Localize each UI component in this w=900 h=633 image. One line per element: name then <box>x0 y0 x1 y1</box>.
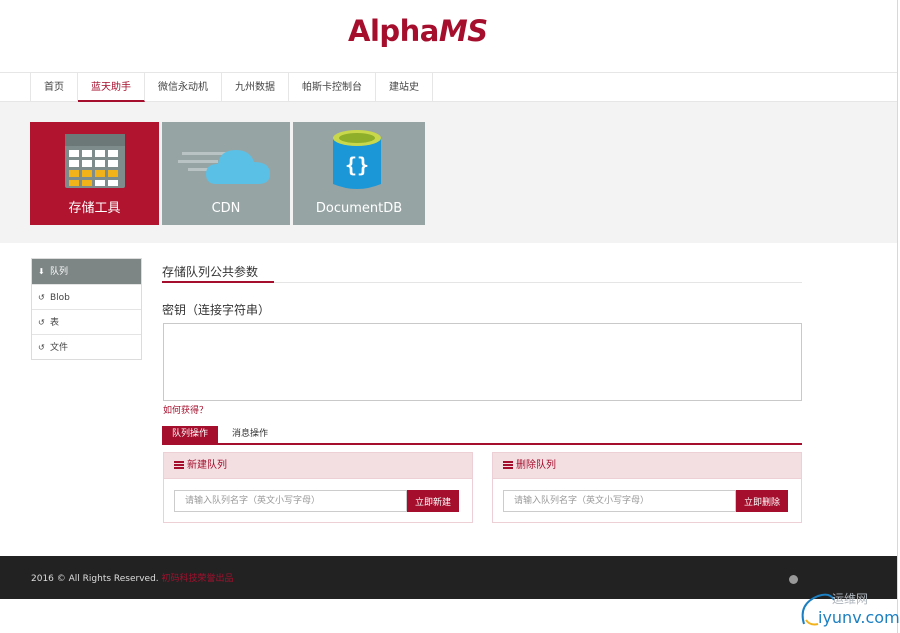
sidebar-item-blob[interactable]: ↺ Blob <box>32 284 141 309</box>
watermark-text-en: iyunv.com <box>818 608 900 627</box>
brand-name-a: Alpha <box>348 14 439 48</box>
site-footer: 2016 © All Rights Reserved. 初码科技荣誉出品 <box>0 556 897 599</box>
svg-text:{}: {} <box>345 153 369 177</box>
sidebar-item-label: 表 <box>50 318 60 328</box>
cloud-icon <box>178 150 270 184</box>
nav-item-pascal[interactable]: 帕斯卡控制台 <box>289 73 376 102</box>
database-icon: {} <box>333 130 381 189</box>
app-frame: AlphaMS 首页 蓝天助手 微信永动机 九州数据 帕斯卡控制台 建站史 存储… <box>0 0 898 633</box>
delete-queue-panel: 删除队列 立即删除 <box>492 452 802 523</box>
panel-header: 新建队列 <box>164 453 472 479</box>
footer-credit-link[interactable]: 初码科技荣誉出品 <box>162 574 234 584</box>
refresh-icon: ↺ <box>38 318 45 327</box>
tab-message-ops[interactable]: 消息操作 <box>222 426 278 443</box>
watermark: 运维网 iyunv.com <box>796 588 900 633</box>
tile-cdn[interactable]: CDN <box>162 122 290 225</box>
panel-header: 删除队列 <box>493 453 801 479</box>
delete-queue-button[interactable]: 立即删除 <box>736 490 789 512</box>
nav-item-lantian[interactable]: 蓝天助手 <box>78 73 145 102</box>
tile-documentdb[interactable]: {} DocumentDB <box>293 122 425 225</box>
create-queue-name-input[interactable] <box>174 490 407 512</box>
create-queue-panel: 新建队列 立即新建 <box>163 452 473 523</box>
connection-string-input[interactable] <box>163 323 802 401</box>
tab-queue-ops[interactable]: 队列操作 <box>162 426 219 443</box>
section-title: 存储队列公共参数 <box>162 265 259 279</box>
refresh-icon: ↺ <box>38 293 45 302</box>
section-divider-accent <box>162 281 274 283</box>
howto-link[interactable]: 如何获得？ <box>163 403 208 416</box>
list-icon <box>174 461 184 469</box>
refresh-icon: ↺ <box>38 343 45 352</box>
tile-storage-tools[interactable]: 存储工具 <box>30 122 159 225</box>
main-nav: 首页 蓝天助手 微信永动机 九州数据 帕斯卡控制台 建站史 <box>0 72 897 102</box>
tile-label: DocumentDB <box>315 201 403 216</box>
table-icon <box>65 134 125 188</box>
nav-item-jiuzhou[interactable]: 九州数据 <box>222 73 289 102</box>
sidebar-item-label: Blob <box>50 293 70 303</box>
storage-sidebar: ⬇ 队列 ↺ Blob ↺ 表 ↺ 文件 <box>31 258 142 360</box>
brand-name-b: MS <box>438 14 488 48</box>
tile-label: 存储工具 <box>68 201 121 216</box>
copyright-text: 2016 © All Rights Reserved. <box>31 574 159 584</box>
panel-title: 删除队列 <box>516 460 556 471</box>
connection-string-label: 密钥（连接字符串） <box>162 303 271 317</box>
download-icon: ⬇ <box>38 267 45 276</box>
tool-tiles-band: 存储工具 CDN {} DocumentDB <box>0 102 897 243</box>
operation-tabs: 队列操作 消息操作 <box>162 426 802 445</box>
site-header: AlphaMS <box>0 0 897 72</box>
sidebar-item-table[interactable]: ↺ 表 <box>32 309 141 334</box>
sidebar-item-queue[interactable]: ⬇ 队列 <box>32 259 141 284</box>
nav-item-history[interactable]: 建站史 <box>376 73 433 102</box>
delete-queue-name-input[interactable] <box>503 490 736 512</box>
tile-label: CDN <box>211 201 241 216</box>
watermark-text-cn: 运维网 <box>832 592 869 606</box>
create-queue-button[interactable]: 立即新建 <box>407 490 460 512</box>
sidebar-item-label: 队列 <box>50 267 69 277</box>
brand-logo[interactable]: AlphaMS <box>348 14 488 48</box>
globe-icon[interactable] <box>789 575 798 584</box>
nav-item-home[interactable]: 首页 <box>31 73 78 102</box>
nav-item-wechat[interactable]: 微信永动机 <box>145 73 222 102</box>
panel-title: 新建队列 <box>187 460 227 471</box>
list-icon <box>503 461 513 469</box>
footer-copyright: 2016 © All Rights Reserved. 初码科技荣誉出品 <box>31 571 234 584</box>
sidebar-item-label: 文件 <box>50 343 69 353</box>
sidebar-item-file[interactable]: ↺ 文件 <box>32 334 141 359</box>
